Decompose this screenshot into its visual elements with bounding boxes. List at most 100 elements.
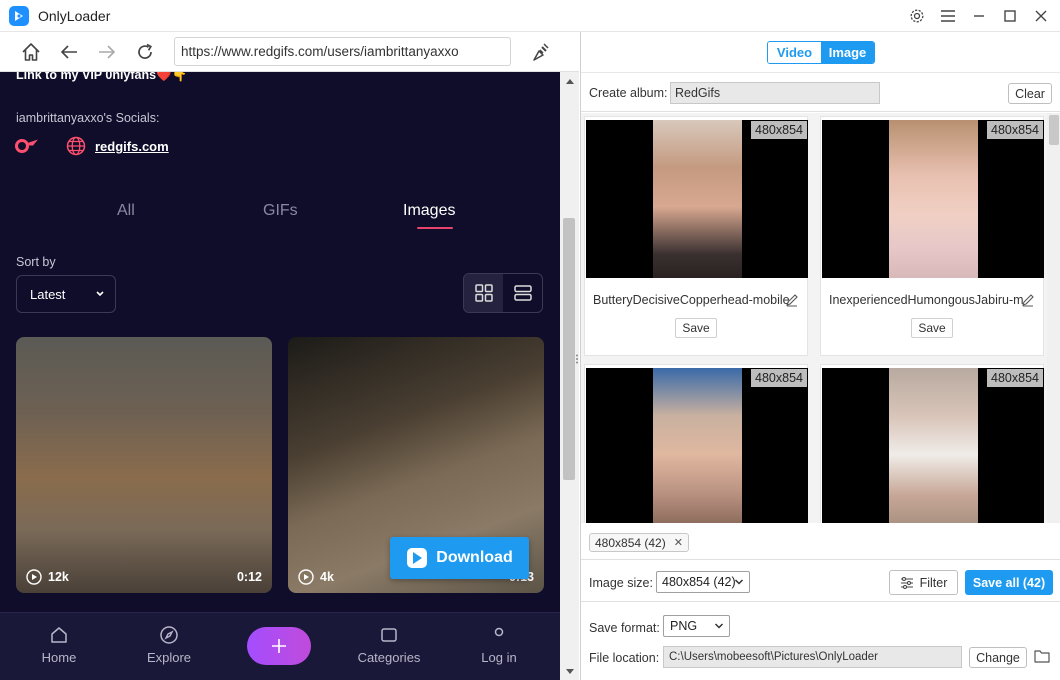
resolution-badge: 480x854 [751,369,807,387]
scroll-thumb[interactable] [563,218,575,480]
onlyfans-icon[interactable] [15,138,39,157]
compass-icon [160,626,178,644]
file-name: ButteryDecisiveCopperhead-mobile [593,293,790,307]
refresh-icon[interactable] [126,33,164,71]
image-grid: 480x854 ButteryDecisiveCopperhead-mobile… [581,113,1060,523]
thumbnail: 480x854 [822,120,1044,278]
back-icon[interactable] [50,33,88,71]
save-format-label: Save format: [589,621,660,635]
view-count: 12k [48,570,69,584]
chevron-down-icon [96,291,104,297]
thumbnail: 480x854 [586,120,808,278]
clear-button[interactable]: Clear [1008,83,1052,104]
login-icon [494,627,504,637]
image-tile[interactable]: 480x854 InexperiencedHumongousJabiru-m S… [820,116,1044,356]
filter-button[interactable]: Filter [889,570,958,595]
resolution-badge: 480x854 [751,121,807,139]
media-type-switch: Video Image [767,41,875,64]
close-icon[interactable] [1025,0,1056,32]
home-icon [51,627,67,643]
list-view-icon[interactable] [503,274,542,312]
grid-scroll-thumb[interactable] [1049,115,1059,145]
save-button[interactable]: Save [911,318,953,338]
thumbnail: 480x854 [822,368,1044,523]
file-location-label: File location: [589,651,660,665]
app-title: OnlyLoader [38,7,111,24]
duration: 0:12 [236,570,262,584]
download-button[interactable]: Download [390,537,529,579]
play-icon [298,569,314,585]
save-button[interactable]: Save [675,318,717,338]
nav-explore[interactable]: Explore [129,625,209,665]
edit-icon[interactable] [785,293,799,307]
edit-icon[interactable] [1021,293,1035,307]
panel-resize-handle[interactable] [575,352,579,364]
window-controls [901,0,1056,32]
save-format-dropdown[interactable]: PNG [663,615,730,637]
view-count: 4k [320,570,334,584]
change-location-button[interactable]: Change [969,647,1027,668]
scroll-down-icon[interactable] [560,663,579,680]
settings-icon[interactable] [901,0,932,32]
broom-icon[interactable] [529,40,553,64]
download-panel: Video Image Create album: RedGifs Clear … [580,32,1060,680]
tab-all[interactable]: All [117,202,135,220]
image-size-dropdown[interactable]: 480x854 (42) [656,571,750,593]
minimize-icon[interactable] [963,0,994,32]
scroll-up-icon[interactable] [560,72,579,89]
album-name-input[interactable]: RedGifs [670,82,880,104]
nav-home[interactable]: Home [19,625,99,665]
embedded-webpage: Link to my VIP 0nlyfans❤️👇 iambrittanyax… [0,72,560,680]
open-folder-icon[interactable] [1034,649,1050,666]
menu-icon[interactable] [932,0,963,32]
categories-icon [381,628,397,642]
download-logo-icon [407,548,428,568]
sort-label: Sort by [16,255,56,269]
active-tab-indicator [417,227,453,229]
image-size-label: Image size: [589,576,653,590]
home-icon[interactable] [12,33,50,71]
forward-icon[interactable] [88,33,126,71]
album-row: Create album: RedGifs Clear [581,72,1060,112]
filter-chip-row: 480x854 (42) ✕ [581,523,1060,560]
sort-dropdown[interactable]: Latest [16,275,116,313]
remove-chip-icon[interactable]: ✕ [674,536,683,549]
social-link[interactable]: redgifs.com [95,139,169,154]
file-location-input[interactable]: C:\Users\mobeesoft\Pictures\OnlyLoader [663,646,962,668]
url-input[interactable]: https://www.redgifs.com/users/iambrittan… [174,37,511,66]
filter-sliders-icon [900,576,913,589]
image-tile[interactable]: 480x854 ButteryDecisiveCopperhead-mobile… [584,116,808,356]
resolution-badge: 480x854 [987,121,1043,139]
socials-heading: iambrittanyaxxo's Socials: [16,111,160,125]
browser-toolbar: https://www.redgifs.com/users/iambrittan… [0,32,579,72]
tab-video[interactable]: Video [768,42,821,63]
globe-icon [66,136,86,159]
grid-scrollbar[interactable] [1047,113,1060,523]
image-tile[interactable]: 480x854 [584,364,808,523]
media-card[interactable]: 12k 0:12 [16,337,272,593]
nav-categories[interactable]: Categories [349,625,429,665]
chevron-down-icon [714,623,724,629]
title-bar: OnlyLoader [0,0,1060,32]
play-icon [26,569,42,585]
image-size-row: Image size: 480x854 (42) Filter Save all… [581,560,1060,602]
maximize-icon[interactable] [994,0,1025,32]
view-toggle [463,273,543,313]
save-all-button[interactable]: Save all (42) [965,570,1053,595]
app-logo-icon [9,5,29,26]
upload-plus-button[interactable] [247,627,311,665]
webpage-scrollbar[interactable] [560,72,579,680]
album-label: Create album: [589,86,668,100]
grid-view-icon[interactable] [464,274,503,312]
tab-image[interactable]: Image [821,42,874,63]
nav-login[interactable]: Log in [459,625,539,665]
image-tile[interactable]: 480x854 [820,364,1044,523]
chevron-down-icon [734,579,744,585]
bottom-navigation: Home Explore Categories Log in [0,612,560,680]
size-filter-chip[interactable]: 480x854 (42) ✕ [589,533,689,552]
thumbnail: 480x854 [586,368,808,523]
bio-link-text[interactable]: Link to my VIP 0nlyfans❤️👇 [16,72,187,83]
tab-images[interactable]: Images [403,202,455,220]
plus-icon [272,639,286,653]
tab-gifs[interactable]: GIFs [263,202,298,220]
